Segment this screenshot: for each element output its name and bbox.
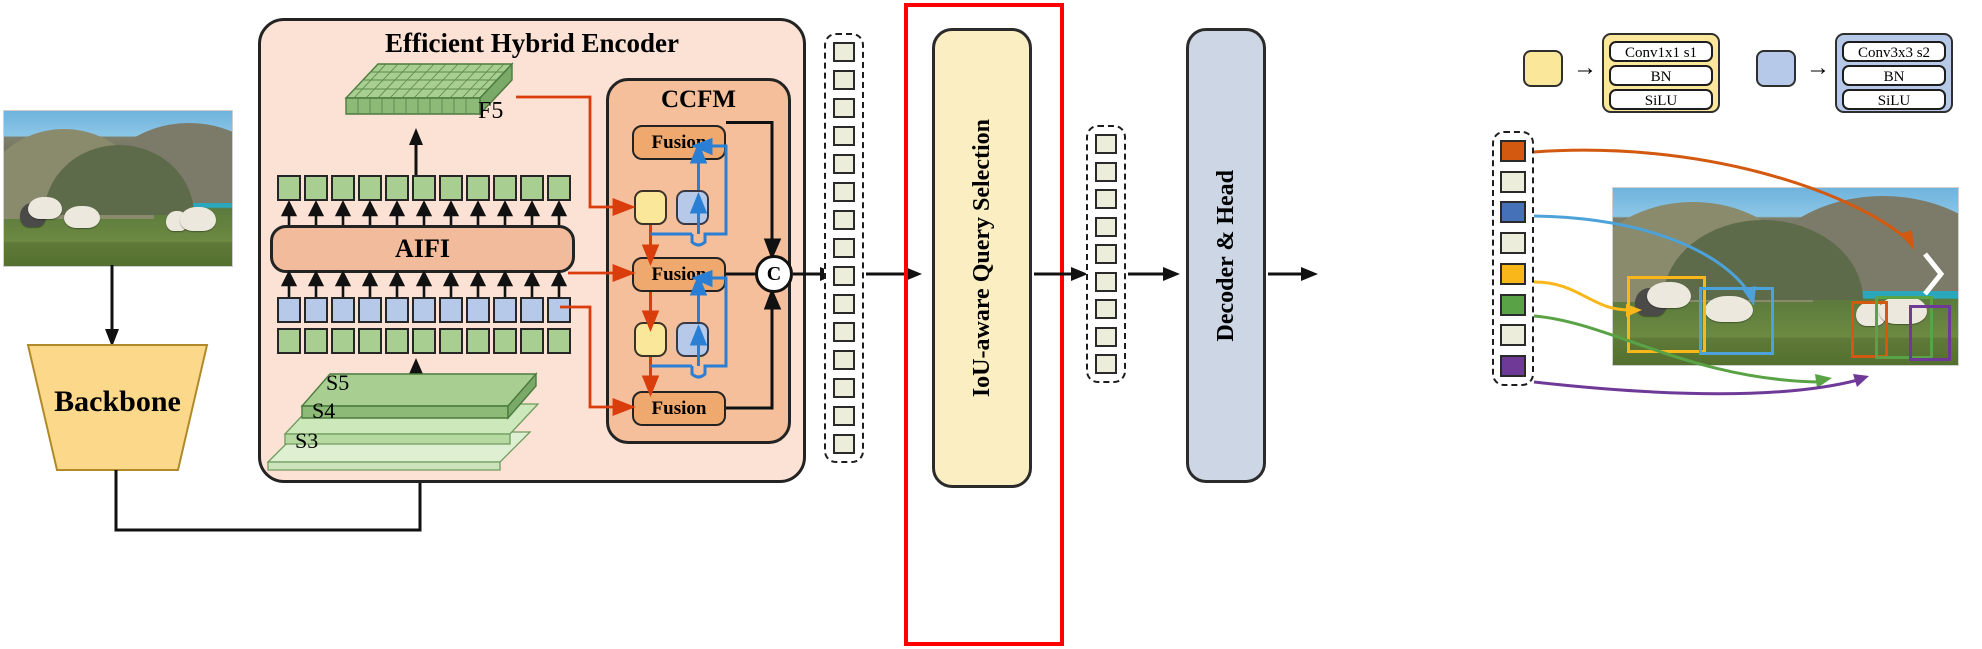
encoder-output-token-column	[824, 33, 864, 463]
legend-row-silu: SiLU	[1842, 88, 1946, 110]
token	[833, 182, 855, 202]
concat-node: C	[755, 255, 793, 293]
token	[1095, 161, 1117, 182]
token	[833, 238, 855, 258]
token	[833, 434, 855, 454]
token-blue	[304, 297, 328, 323]
token	[833, 154, 855, 174]
token	[833, 42, 855, 62]
token-green	[385, 175, 409, 201]
legend-row-conv: Conv1x1 s1	[1609, 40, 1713, 62]
token	[833, 406, 855, 426]
s4-label: S4	[312, 398, 336, 423]
token-blue	[385, 297, 409, 323]
token-blue	[331, 297, 355, 323]
token-blue	[358, 297, 382, 323]
token	[833, 210, 855, 230]
legend-arrow-conv3x3: →	[1806, 55, 1830, 81]
token	[833, 378, 855, 398]
decoder-and-head[interactable]: Decoder & Head	[1186, 28, 1266, 483]
token	[833, 350, 855, 370]
token-green	[385, 328, 409, 354]
token-green	[358, 328, 382, 354]
token-green	[331, 328, 355, 354]
legend-row-silu: SiLU	[1609, 88, 1713, 110]
legend-row-bn: BN	[1842, 64, 1946, 86]
legend-row-bn: BN	[1609, 64, 1713, 86]
legend-stack-conv1x1: Conv1x1 s1 BN SiLU	[1602, 33, 1720, 113]
token	[833, 70, 855, 90]
token	[1095, 299, 1117, 319]
legend-stack-conv3x3: Conv3x3 s2 BN SiLU	[1835, 33, 1953, 113]
iou-aware-query-selection[interactable]: IoU-aware Query Selection	[932, 28, 1032, 488]
token	[833, 266, 855, 286]
token	[1095, 354, 1117, 374]
legend-arrow-conv1x1: →	[1573, 55, 1597, 81]
arrow-decoder-to-output	[1268, 267, 1318, 281]
token	[1095, 244, 1117, 264]
token	[1095, 134, 1117, 154]
arrow-query-selection-to-tokens	[1034, 267, 1088, 281]
token-green	[304, 328, 328, 354]
s5-label: S5	[326, 370, 350, 395]
token	[833, 98, 855, 118]
token	[1095, 326, 1117, 347]
query-to-detection-links	[1533, 148, 1914, 396]
selected-query-column	[1086, 125, 1126, 383]
backbone-to-ccfm-links	[516, 95, 636, 417]
encoder-title: Efficient Hybrid Encoder	[385, 28, 679, 58]
token	[1095, 216, 1117, 237]
legend-swatch-conv3x3	[1756, 50, 1796, 87]
legend-row-conv: Conv3x3 s2	[1842, 40, 1946, 62]
token-green	[331, 175, 355, 201]
token	[833, 294, 855, 314]
legend-swatch-conv1x1	[1523, 50, 1563, 87]
input-image	[3, 110, 233, 267]
token-blue	[277, 297, 301, 323]
arrow-image-to-backbone	[105, 265, 119, 347]
query-selection-label: IoU-aware Query Selection	[968, 118, 995, 398]
token-green	[304, 175, 328, 201]
arrow-backbone-to-encoder	[114, 458, 427, 532]
backbone-label: Backbone	[54, 385, 181, 418]
arrow-tokens-to-decoder	[1128, 267, 1180, 281]
token	[833, 322, 855, 342]
concat-label: C	[766, 262, 782, 285]
architecture-diagram: Backbone Efficient Hybrid Encoder F5 AIF…	[0, 0, 1982, 649]
token-green	[277, 328, 301, 354]
token-green	[358, 175, 382, 201]
decoder-label: Decoder & Head	[1212, 169, 1239, 342]
s3-label: S3	[295, 428, 319, 453]
token	[1095, 271, 1117, 292]
token	[1095, 189, 1117, 209]
token	[833, 126, 855, 146]
token-green	[277, 175, 301, 201]
